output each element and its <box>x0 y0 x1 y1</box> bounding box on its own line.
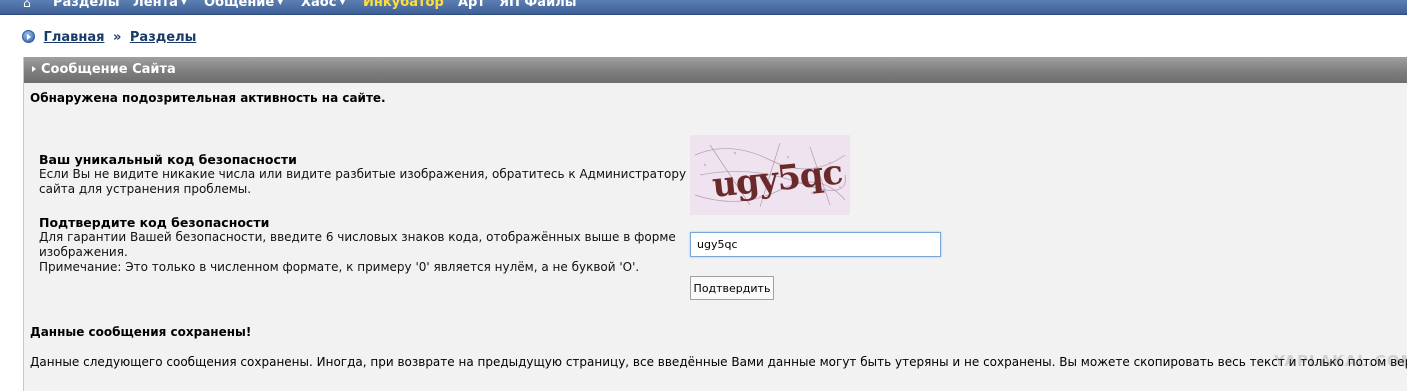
chevron-down-icon: ▼ <box>277 0 284 6</box>
chevron-down-icon: ▼ <box>180 0 188 6</box>
chevron-down-icon: ▼ <box>339 0 346 6</box>
confirm-code-description: Для гарантии Вашей безопасности, введите… <box>39 230 676 259</box>
captcha-image: ugy5qc <box>690 135 850 215</box>
navigation-arrow-icon <box>22 30 35 43</box>
panel-header: Сообщение Сайта <box>24 57 1407 83</box>
breadcrumb: Главная » Разделы <box>22 30 196 45</box>
security-code-description: Если Вы не видите никакие числа или види… <box>39 167 687 196</box>
arrow-right-icon <box>32 66 36 72</box>
site-watermark: YAPLAKAL.COM <box>1274 352 1407 370</box>
home-icon[interactable]: ⌂ <box>23 0 31 10</box>
suspicious-activity-warning: Обнаружена подозрительная активность на … <box>30 91 386 105</box>
nav-item-lenta[interactable]: Лента ▼ <box>133 0 187 10</box>
nav-item-razdely[interactable]: Разделы <box>53 0 119 10</box>
nav-item-khaos[interactable]: Хаос ▼ <box>301 0 346 10</box>
panel-title: Сообщение Сайта <box>41 62 176 77</box>
breadcrumb-home-link[interactable]: Главная <box>44 30 105 45</box>
saved-message-title: Данные сообщения сохранены! <box>30 325 252 339</box>
security-code-input[interactable] <box>690 232 941 257</box>
breadcrumb-sections-link[interactable]: Разделы <box>130 30 196 45</box>
confirm-button[interactable]: Подтвердить <box>690 276 774 300</box>
security-code-section: Ваш уникальный код безопасности Если Вы … <box>39 152 689 197</box>
nav-item-inkubator[interactable]: Инкубатор <box>363 0 444 10</box>
confirm-code-section: Подтвердите код безопасности Для гаранти… <box>39 215 689 275</box>
security-code-title: Ваш уникальный код безопасности <box>39 152 297 167</box>
saved-message-text: Данные следующего сообщения сохранены. И… <box>30 355 1407 369</box>
nav-item-art[interactable]: Арт <box>458 0 485 10</box>
nav-item-obshchenie[interactable]: Общение ▼ <box>204 0 283 10</box>
message-panel: Сообщение Сайта Обнаружена подозрительна… <box>23 57 1407 391</box>
breadcrumb-separator: » <box>112 30 122 45</box>
top-navigation: ⌂ Разделы Лента ▼ Общение ▼ Хаос ▼ Инкубато… <box>0 0 1407 15</box>
nav-item-yap-faily[interactable]: ЯП Файлы <box>499 0 576 10</box>
confirm-code-title: Подтвердите код безопасности <box>39 215 270 230</box>
confirm-code-note: Примечание: Это только в численном форма… <box>39 260 640 274</box>
captcha-text: ugy5qc <box>710 153 844 206</box>
